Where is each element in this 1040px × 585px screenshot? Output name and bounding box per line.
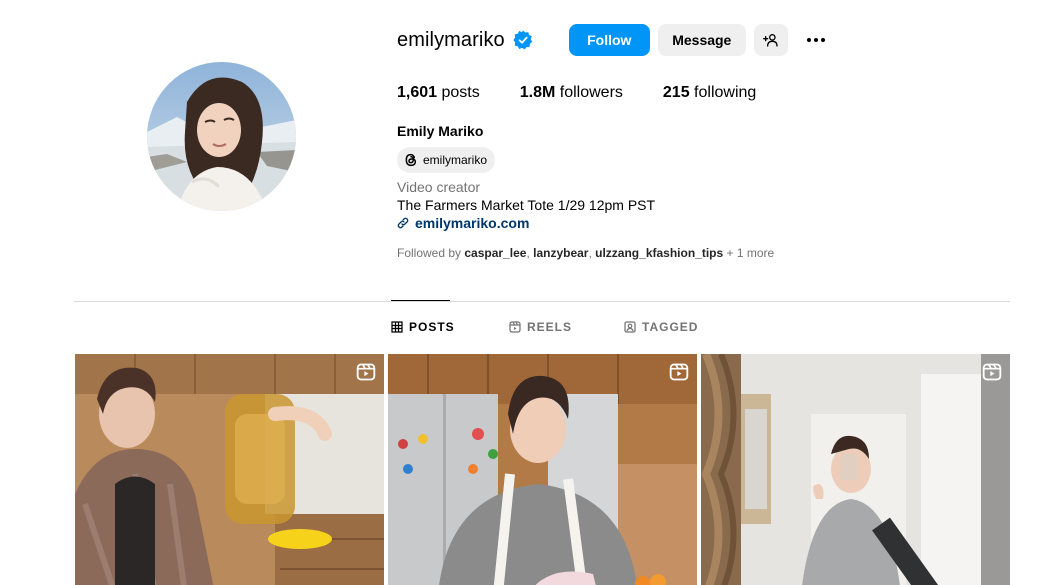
post-thumbnail [701,354,1010,585]
profile-category: Video creator [397,179,481,195]
reel-badge-icon [982,363,1002,381]
reel-badge-icon [356,363,376,381]
posts-count-stat: 1,601 posts [397,84,480,102]
followed-by-text[interactable]: Followed by caspar_lee, lanzybear, ulzza… [397,246,774,260]
tab-tagged[interactable]: TAGGED [624,320,698,334]
threads-link-pill[interactable]: emilymariko [397,147,496,173]
post-thumbnail [388,354,697,585]
follower-name: ulzzang_kfashion_tips [595,246,724,260]
following-stat[interactable]: 215 following [663,84,756,102]
following-count: 215 [662,84,690,101]
threads-handle: emilymariko [423,153,488,167]
add-user-icon [762,32,779,48]
post-tile[interactable] [75,354,384,585]
more-options-icon[interactable] [804,28,828,52]
followed-by-more: + 1 more [723,246,775,260]
grid-icon [391,321,403,333]
profile-website-link[interactable]: emilymariko.com [397,215,529,231]
profile-full-name: Emily Mariko [397,123,484,139]
posts-label: posts [437,84,480,101]
followers-label: followers [555,84,623,101]
profile-stats: 1,601 posts 1.8M followers 215 following [397,84,796,102]
post-tile[interactable] [701,354,1010,585]
follow-button[interactable]: Follow [568,24,650,56]
profile-header-row: emilymariko Follow Message [397,24,828,56]
verified-badge-icon [513,30,533,50]
profile-username: emilymariko [397,28,505,51]
tab-tagged-label: TAGGED [642,320,699,334]
post-tile[interactable] [388,354,697,585]
profile-avatar[interactable] [147,62,296,211]
profile-bio: The Farmers Market Tote 1/29 12pm PST [397,197,656,213]
threads-icon [403,152,419,168]
posts-count: 1,601 [397,84,438,101]
following-label: following [689,84,757,101]
reel-badge-icon [669,363,689,381]
follower-name: lanzybear [533,246,589,260]
tab-reels-label: REELS [527,320,573,334]
tab-reels[interactable]: REELS [509,320,624,334]
profile-divider [74,301,1010,302]
active-tab-indicator [391,300,450,301]
reels-icon [509,321,521,333]
follower-name: caspar_lee [464,246,527,260]
tab-posts-label: POSTS [409,320,455,334]
followers-stat[interactable]: 1.8M followers [520,84,623,102]
followers-count: 1.8M [519,84,556,101]
tagged-icon [624,321,636,333]
post-thumbnail [75,354,384,585]
website-text: emilymariko.com [415,215,530,231]
link-icon [397,217,409,229]
message-button[interactable]: Message [657,24,746,56]
avatar-photo [147,62,296,211]
suggest-accounts-button[interactable] [753,24,788,56]
profile-tabs: POSTS REELS TAGGED [391,320,698,334]
tab-posts[interactable]: POSTS [391,320,509,334]
followed-by-prefix: Followed by [397,246,465,260]
